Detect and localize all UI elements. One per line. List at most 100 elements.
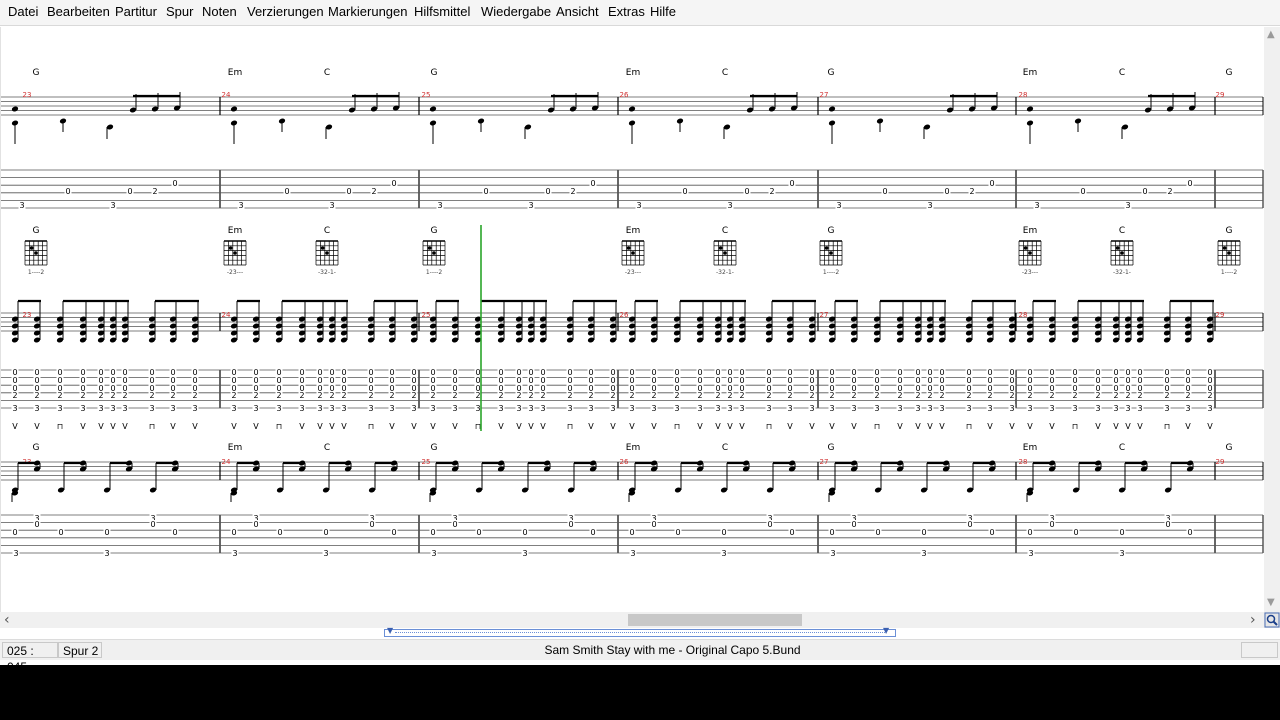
chord-fingering: -32-1-: [318, 269, 336, 276]
strum-indicator: V: [939, 422, 945, 431]
menu-spur[interactable]: Spur: [166, 4, 193, 19]
strum-indicator: V: [12, 422, 18, 431]
menu-wiedergabe[interactable]: Wiedergabe: [481, 4, 551, 19]
tab-number: 3: [389, 404, 394, 413]
tab-number: 0: [391, 528, 396, 537]
menu-hilfe[interactable]: Hilfe: [650, 4, 676, 19]
tab-number: 2: [915, 391, 920, 400]
tab-number: 3: [192, 404, 197, 413]
chord-diagram-dot: [631, 251, 635, 255]
menu-bearbeiten[interactable]: Bearbeiten: [47, 4, 110, 19]
tab-number: 0: [1027, 528, 1032, 537]
status-bar: 025 : 045 Spur 2 Sam Smith Stay with me …: [0, 639, 1280, 665]
tab-number: 2: [540, 391, 545, 400]
tab-number: 2: [766, 391, 771, 400]
menu-noten[interactable]: Noten: [202, 4, 237, 19]
strum-indicator: V: [1095, 422, 1101, 431]
strum-indicator: V: [897, 422, 903, 431]
measure-number: 25: [422, 311, 431, 319]
horizontal-scroll-thumb[interactable]: [628, 614, 802, 626]
scroll-down-icon[interactable]: ▼: [1267, 597, 1275, 608]
strum-indicator: V: [498, 422, 504, 431]
tab-number: 0: [882, 187, 887, 196]
tab-number: 2: [34, 391, 39, 400]
strum-indicator: V: [851, 422, 857, 431]
timeline-end-marker-icon[interactable]: ▼: [883, 626, 889, 635]
tab-number: 3: [57, 404, 62, 413]
tab-number: 2: [1167, 187, 1172, 196]
tab-number: 0: [253, 520, 258, 529]
chord-fingering: 1----2: [823, 269, 839, 276]
chord-diagram-dot: [824, 246, 829, 250]
chord-diagram-dot: [427, 246, 432, 250]
tab-number: 3: [368, 404, 373, 413]
tab-number: 3: [13, 549, 18, 558]
tab-number: 2: [149, 391, 154, 400]
chord-fingering: 1----2: [426, 269, 442, 276]
tab-number: 2: [987, 391, 992, 400]
scroll-up-icon[interactable]: ▲: [1267, 29, 1275, 40]
scroll-right-icon[interactable]: ›: [1250, 612, 1256, 628]
horizontal-scrollbar[interactable]: ‹ ›: [0, 612, 1264, 628]
timeline-bar[interactable]: ▼ ▼: [384, 626, 896, 637]
tab-number: 2: [231, 391, 236, 400]
menu-datei[interactable]: Datei: [8, 4, 38, 19]
tab-number: 3: [1072, 404, 1077, 413]
tab-number: 3: [630, 549, 635, 558]
tab-number: 3: [1095, 404, 1100, 413]
scroll-left-icon[interactable]: ‹: [4, 612, 10, 628]
tab-number: 3: [636, 201, 641, 210]
menu-verzierungen[interactable]: Verzierungen: [247, 4, 324, 19]
strum-indicator: V: [629, 422, 635, 431]
menu-hilfsmittel[interactable]: Hilfsmittel: [414, 4, 470, 19]
tab-number: 0: [1187, 179, 1192, 188]
tab-number: 0: [483, 187, 488, 196]
tab-number: 3: [149, 404, 154, 413]
tab-number: 3: [674, 404, 679, 413]
menu-ansicht[interactable]: Ansicht: [556, 4, 599, 19]
tab-number: 3: [715, 404, 720, 413]
tab-number: 2: [528, 391, 533, 400]
tab-number: 0: [1073, 528, 1078, 537]
zoom-button[interactable]: [1264, 612, 1280, 628]
song-title: Sam Smith Stay with me - Original Capo 5…: [544, 643, 801, 657]
tab-number: 3: [98, 404, 103, 413]
tab-number: 3: [766, 404, 771, 413]
strum-indicator: V: [540, 422, 546, 431]
strum-indicator: V: [1125, 422, 1131, 431]
tab-number: 2: [170, 391, 175, 400]
tab-number: 3: [80, 404, 85, 413]
strum-indicator: ⊓: [966, 422, 972, 431]
tab-number: 3: [1009, 404, 1014, 413]
menu-extras[interactable]: Extras: [608, 4, 645, 19]
tab-number: 2: [897, 391, 902, 400]
score-canvas[interactable]: G Em C G Em C G Em C G23 24 25 26 27 28 2930 0 203 30 0 203 3…: [1, 27, 1265, 612]
tab-number: 3: [528, 404, 533, 413]
vertical-scrollbar[interactable]: ▲ ▼: [1264, 27, 1280, 612]
tab-number: 3: [238, 201, 243, 210]
tab-number: 0: [590, 179, 595, 188]
chord-diagram-dot: [325, 251, 329, 255]
strum-indicator: V: [192, 422, 198, 431]
tab-number: 2: [874, 391, 879, 400]
tab-number: 0: [172, 179, 177, 188]
measure-number: 25: [422, 91, 431, 99]
strum-indicator: V: [299, 422, 305, 431]
track-readout: Spur 2: [58, 642, 102, 658]
tab-number: 3: [836, 201, 841, 210]
strum-indicator: V: [927, 422, 933, 431]
magnifier-icon: [1264, 612, 1280, 628]
timeline-start-marker-icon[interactable]: ▼: [387, 626, 393, 635]
chord-name: G: [33, 68, 40, 78]
menu-partitur[interactable]: Partitur: [115, 4, 157, 19]
score-view[interactable]: G Em C G Em C G Em C G 23 24 25 26 27 28 29 3 0 0 2 0 3 3 0 0 2 0 3 3…: [0, 27, 1265, 612]
tab-number: 0: [284, 187, 289, 196]
strum-indicator: V: [329, 422, 335, 431]
chord-name: Em: [1023, 443, 1037, 453]
menu-markierungen[interactable]: Markierungen: [328, 4, 408, 19]
tab-number: 2: [389, 391, 394, 400]
tab-number: 3: [452, 404, 457, 413]
chord-name: G: [828, 443, 835, 453]
measure-number: 27: [820, 91, 829, 99]
tab-number: 2: [787, 391, 792, 400]
